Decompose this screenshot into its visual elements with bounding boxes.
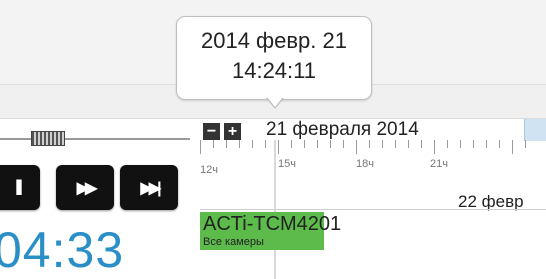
timeline-tick (512, 140, 513, 154)
skip-to-end-icon: ▶▶| (140, 179, 161, 197)
camera-group: Все камеры (203, 236, 264, 248)
plus-icon: + (227, 123, 238, 140)
hour-label: 12ч (200, 164, 218, 176)
volume-slider-track[interactable] (0, 138, 190, 140)
timeline-tick (356, 140, 357, 154)
timeline-tick (434, 140, 435, 154)
fast-forward-icon: ▶▶ (76, 179, 98, 197)
timeline-tick (395, 140, 396, 148)
tooltip-pointer-fill (267, 97, 283, 107)
volume-slider-handle[interactable] (31, 131, 65, 146)
hour-label: 15ч (278, 158, 296, 170)
timeline-tick (499, 140, 500, 148)
timeline-tick (226, 140, 227, 148)
timeline-tick (447, 140, 448, 148)
timeline-tick (486, 140, 487, 148)
camera-name[interactable]: ACTi-TCM4201 (203, 213, 341, 236)
timeline-tick (330, 140, 331, 148)
hour-label: 21ч (430, 158, 448, 170)
timeline-tick (473, 140, 474, 148)
pause-button[interactable]: II (0, 165, 40, 210)
minus-icon: − (206, 123, 217, 140)
timeline-tick (304, 140, 305, 148)
timeline-date: 21 февраля 2014 (266, 119, 419, 140)
timeline-tick (317, 140, 318, 148)
timeline-tick (239, 140, 240, 148)
skip-to-end-button[interactable]: ▶▶| (120, 165, 178, 210)
timeline-tick (382, 140, 383, 148)
hour-label: 18ч (356, 158, 374, 170)
timeline-tick (525, 140, 526, 148)
playback-time: 04:33 (0, 222, 125, 278)
tooltip-time: 14:24:11 (231, 58, 316, 83)
zoom-in-button[interactable]: + (224, 123, 241, 140)
time-tooltip: 2014 февр. 21 14:24:11 (176, 16, 372, 100)
timeline-tick (408, 140, 409, 148)
timeline-tick (200, 140, 201, 154)
tooltip-date: 2014 февр. 21 (200, 28, 347, 53)
timeline-scroll-indicator[interactable] (524, 119, 546, 141)
timeline-tick (278, 140, 279, 154)
zoom-out-button[interactable]: − (203, 123, 220, 140)
timeline-tick (460, 140, 461, 148)
pause-icon: II (14, 174, 23, 200)
timeline-tick (265, 140, 266, 148)
timeline-tick (343, 140, 344, 148)
timeline-tick (369, 140, 370, 148)
timeline-tick (213, 140, 214, 148)
timeline-tick (291, 140, 292, 148)
fast-forward-button[interactable]: ▶▶ (56, 165, 114, 210)
divider (200, 209, 546, 210)
timeline-tick (421, 140, 422, 148)
timeline-tick (252, 140, 253, 148)
